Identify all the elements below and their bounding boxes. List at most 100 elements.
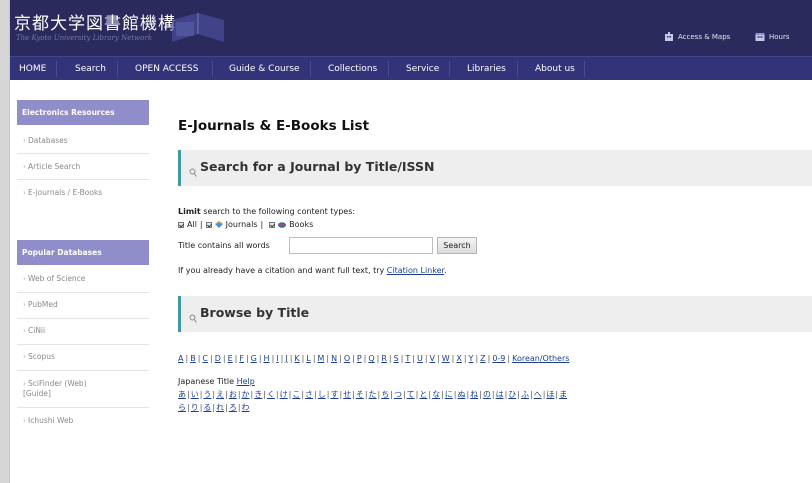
kana-link[interactable]: ほ bbox=[546, 390, 554, 399]
kana-link[interactable]: は bbox=[496, 390, 504, 399]
kana-link[interactable]: に bbox=[445, 390, 453, 399]
kana-link[interactable]: か bbox=[242, 390, 250, 399]
letter-link[interactable]: E bbox=[228, 354, 233, 363]
letter-link[interactable]: Z bbox=[480, 354, 485, 363]
kana-link[interactable]: の bbox=[483, 390, 491, 399]
letter-link[interactable]: I bbox=[276, 354, 278, 363]
books-checkbox[interactable] bbox=[269, 221, 276, 228]
kana-link[interactable]: な bbox=[432, 390, 440, 399]
kana-link[interactable]: て bbox=[407, 390, 415, 399]
kana-link[interactable]: わ bbox=[242, 403, 250, 412]
letter-link[interactable]: R bbox=[381, 354, 387, 363]
kana-link[interactable]: ふ bbox=[521, 390, 529, 399]
kana-link[interactable]: あ bbox=[178, 390, 186, 399]
search-button[interactable]: Search bbox=[437, 237, 477, 254]
kana-link[interactable]: け bbox=[280, 390, 288, 399]
kana-link[interactable]: る bbox=[203, 403, 211, 412]
kana-link[interactable]: へ bbox=[534, 390, 542, 399]
link-separator: | bbox=[245, 354, 249, 363]
search-mode-select[interactable]: Title contains all words bbox=[178, 241, 270, 250]
kana-link[interactable]: ひ bbox=[508, 390, 516, 399]
japanese-help-link[interactable]: Help bbox=[237, 377, 255, 386]
kana-link[interactable]: ろ bbox=[229, 403, 237, 412]
link-separator: | bbox=[280, 354, 284, 363]
letter-link[interactable]: M bbox=[318, 354, 325, 363]
sidebar-item-article-search[interactable]: › Article Search bbox=[17, 162, 149, 172]
letter-link[interactable]: O bbox=[344, 354, 350, 363]
kana-link[interactable]: ね bbox=[470, 390, 478, 399]
sidebar-item-pubmed[interactable]: › PubMed bbox=[17, 300, 149, 310]
kana-link[interactable]: す bbox=[330, 390, 338, 399]
letter-link[interactable]: B bbox=[190, 354, 196, 363]
kana-link[interactable]: さ bbox=[305, 390, 313, 399]
kana-link[interactable]: く bbox=[267, 390, 275, 399]
kana-link[interactable]: ま bbox=[559, 390, 567, 399]
letter-link[interactable]: C bbox=[202, 354, 208, 363]
kana-link[interactable]: え bbox=[216, 390, 224, 399]
sidebar-item-cinii[interactable]: › CiNii bbox=[17, 326, 149, 336]
letter-link[interactable]: 0-9 bbox=[492, 354, 505, 363]
kana-link[interactable]: せ bbox=[343, 390, 351, 399]
kana-link[interactable]: こ bbox=[292, 390, 300, 399]
letter-link[interactable]: Y bbox=[469, 354, 474, 363]
kana-link[interactable]: た bbox=[369, 390, 377, 399]
kana-link[interactable]: ら bbox=[178, 403, 186, 412]
letter-link[interactable]: K bbox=[294, 354, 299, 363]
nav-home[interactable]: HOME bbox=[19, 57, 46, 81]
all-checkbox[interactable] bbox=[178, 221, 184, 228]
letter-link[interactable]: W bbox=[442, 354, 450, 363]
link-separator: | bbox=[424, 354, 428, 363]
title-search-input[interactable] bbox=[289, 237, 433, 254]
kana-link[interactable]: き bbox=[254, 390, 262, 399]
sidebar-item-ichushi-web[interactable]: › Ichushi Web bbox=[17, 416, 149, 426]
kana-link[interactable]: つ bbox=[394, 390, 402, 399]
letter-link[interactable]: U bbox=[417, 354, 423, 363]
letter-link[interactable]: X bbox=[456, 354, 461, 363]
letter-link[interactable]: G bbox=[251, 354, 257, 363]
journals-checkbox[interactable] bbox=[205, 221, 212, 228]
letter-link[interactable]: Korean/Others bbox=[512, 354, 569, 363]
sidebar-item-databases[interactable]: › Databases bbox=[17, 136, 149, 146]
hours-link[interactable]: Hours bbox=[755, 32, 790, 41]
nav-about-us[interactable]: About us bbox=[535, 57, 575, 81]
letter-link[interactable]: T bbox=[405, 354, 410, 363]
letter-link[interactable]: D bbox=[215, 354, 221, 363]
nav-libraries[interactable]: Libraries bbox=[467, 57, 506, 81]
kana-link[interactable]: ち bbox=[381, 390, 389, 399]
letter-link[interactable]: A bbox=[178, 354, 183, 363]
kana-link[interactable]: し bbox=[318, 390, 326, 399]
kana-link[interactable]: ぬ bbox=[457, 390, 465, 399]
link-separator: | bbox=[289, 354, 293, 363]
letter-link[interactable]: S bbox=[394, 354, 399, 363]
site-logo-japanese[interactable]: 京都大学図書館機構 bbox=[14, 9, 176, 34]
letter-link[interactable]: H bbox=[264, 354, 270, 363]
link-separator: | bbox=[479, 390, 482, 399]
citation-linker-text: If you already have a citation and want … bbox=[178, 266, 447, 275]
nav-collections[interactable]: Collections bbox=[328, 57, 377, 81]
access-maps-link[interactable]: Access & Maps bbox=[664, 32, 730, 41]
letter-link[interactable]: V bbox=[430, 354, 435, 363]
letter-link[interactable]: J bbox=[285, 354, 287, 363]
letter-link[interactable]: L bbox=[306, 354, 310, 363]
sidebar-item-web-of-science[interactable]: › Web of Science bbox=[17, 274, 149, 284]
sidebar-item-scopus[interactable]: › Scopus bbox=[17, 352, 149, 362]
letter-link[interactable]: F bbox=[239, 354, 244, 363]
nav-open-access[interactable]: OPEN ACCESS bbox=[135, 57, 198, 81]
sidebar-item-ejournals[interactable]: › E-journals / E-Books bbox=[17, 188, 149, 198]
kana-link[interactable]: う bbox=[203, 390, 211, 399]
letter-link[interactable]: N bbox=[331, 354, 337, 363]
letter-link[interactable]: Q bbox=[368, 354, 374, 363]
kana-link[interactable]: い bbox=[191, 390, 199, 399]
kana-link[interactable]: そ bbox=[356, 390, 364, 399]
nav-service[interactable]: Service bbox=[406, 57, 439, 81]
kana-link[interactable]: り bbox=[191, 403, 199, 412]
letter-link[interactable]: P bbox=[357, 354, 362, 363]
sidebar-item-scifinder[interactable]: › SciFinder (Web) [Guide] bbox=[17, 379, 107, 399]
citation-linker-link[interactable]: Citation Linker bbox=[387, 266, 444, 275]
kana-link[interactable]: と bbox=[419, 390, 427, 399]
kana-link[interactable]: れ bbox=[216, 403, 224, 412]
building-icon bbox=[665, 32, 673, 41]
nav-guide-course[interactable]: Guide & Course bbox=[229, 57, 300, 81]
nav-search[interactable]: Search bbox=[75, 57, 106, 81]
kana-link[interactable]: お bbox=[229, 390, 237, 399]
